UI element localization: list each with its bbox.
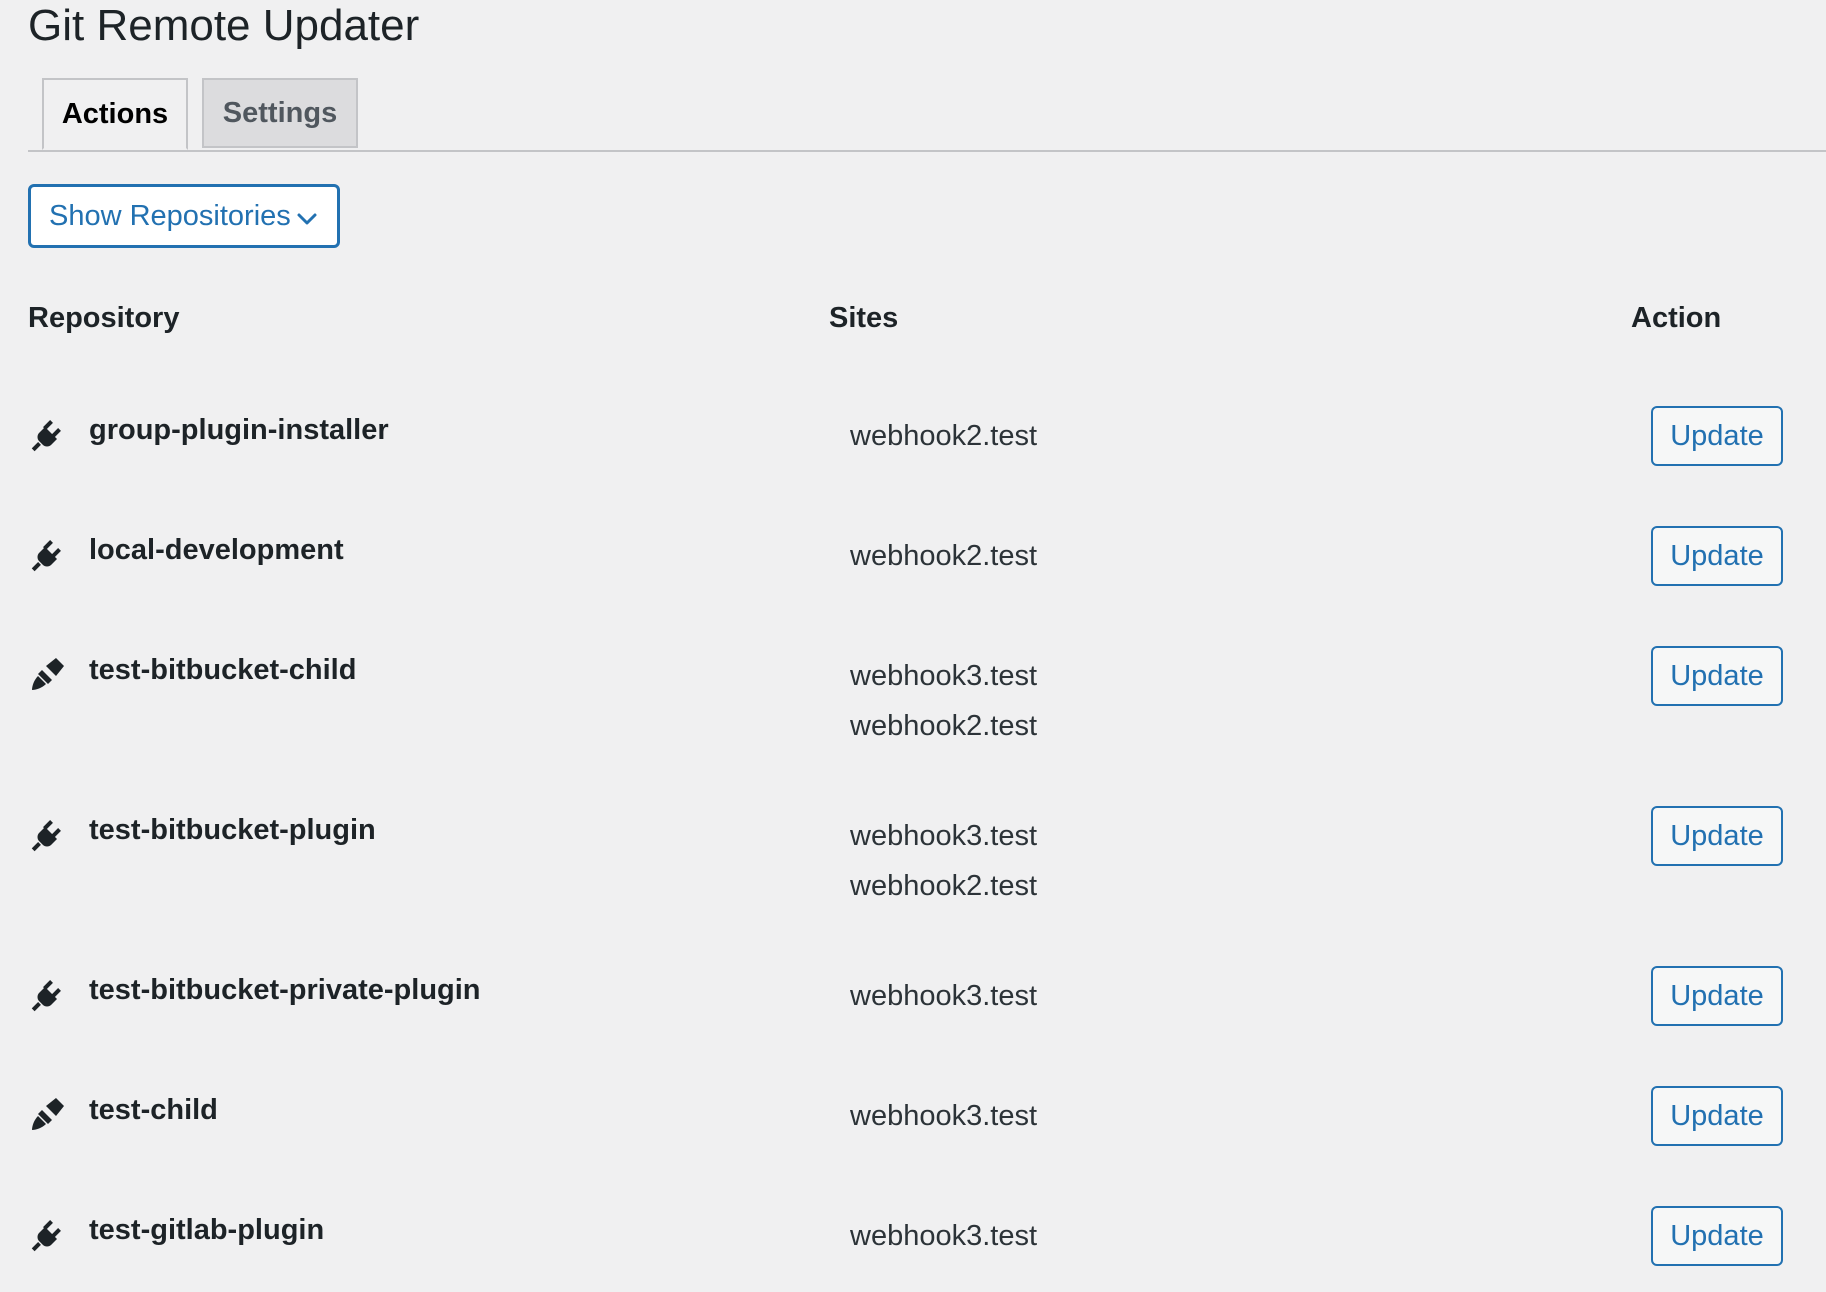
update-button[interactable]: Update bbox=[1651, 1086, 1783, 1146]
show-repositories-dropdown[interactable]: Show Repositories bbox=[28, 184, 340, 248]
update-button[interactable]: Update bbox=[1651, 406, 1783, 466]
plugin-icon bbox=[28, 974, 68, 1014]
repository-name: test-child bbox=[89, 1094, 218, 1126]
site-name: webhook3.test bbox=[850, 660, 1038, 692]
column-header-sites: Sites bbox=[829, 302, 899, 334]
site-name: webhook3.test bbox=[850, 980, 1038, 1012]
repository-name: test-gitlab-plugin bbox=[89, 1214, 325, 1246]
repository-name: group-plugin-installer bbox=[89, 414, 389, 446]
repository-name: test-bitbucket-plugin bbox=[89, 814, 376, 846]
repository-name: local-development bbox=[89, 534, 344, 566]
theme-brush-icon bbox=[28, 654, 68, 694]
update-button[interactable]: Update bbox=[1651, 646, 1783, 706]
site-name: webhook2.test bbox=[850, 870, 1038, 902]
site-name: webhook2.test bbox=[850, 540, 1038, 572]
site-name: webhook2.test bbox=[850, 710, 1038, 742]
update-button[interactable]: Update bbox=[1651, 966, 1783, 1026]
site-name: webhook3.test bbox=[850, 820, 1038, 852]
site-name: webhook3.test bbox=[850, 1100, 1038, 1132]
site-name: webhook2.test bbox=[850, 420, 1038, 452]
update-button[interactable]: Update bbox=[1651, 1206, 1783, 1266]
dropdown-label: Show Repositories bbox=[49, 199, 291, 232]
tab-actions[interactable]: Actions bbox=[42, 78, 188, 150]
column-header-repository: Repository bbox=[28, 302, 180, 334]
column-header-action: Action bbox=[1631, 302, 1722, 334]
tab-settings[interactable]: Settings bbox=[202, 78, 358, 148]
plugin-icon bbox=[28, 814, 68, 854]
page: Git Remote Updater Actions Settings Show… bbox=[0, 0, 1826, 1292]
page-title: Git Remote Updater bbox=[28, 1, 420, 50]
repository-name: test-bitbucket-private-plugin bbox=[89, 974, 481, 1006]
repository-name: test-bitbucket-child bbox=[89, 654, 357, 686]
chevron-down-icon bbox=[297, 213, 317, 225]
plugin-icon bbox=[28, 414, 68, 454]
plugin-icon bbox=[28, 534, 68, 574]
update-button[interactable]: Update bbox=[1651, 806, 1783, 866]
plugin-icon bbox=[28, 1214, 68, 1254]
tab-bar: Actions Settings bbox=[28, 78, 1826, 152]
site-name: webhook3.test bbox=[850, 1220, 1038, 1252]
update-button[interactable]: Update bbox=[1651, 526, 1783, 586]
theme-brush-icon bbox=[28, 1094, 68, 1134]
